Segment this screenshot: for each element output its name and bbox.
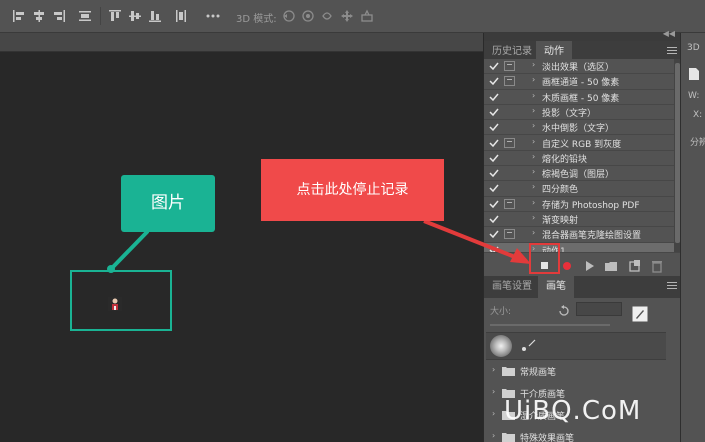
image-thumbnail [108, 296, 122, 311]
annotation-overlay [107, 219, 531, 273]
instruction-callout: 点击此处停止记录 [261, 159, 444, 221]
image-callout: 图片 [121, 175, 215, 232]
stop-button-highlight [529, 243, 560, 274]
photoshop-window: 3D 模式: ◀◀ 历史记录 动作 › 淡出效果（选区） › 画框通道 - 50 像素… [0, 0, 705, 442]
watermark-text: UiBQ.CoM [504, 396, 642, 426]
red-arrow-line [423, 219, 521, 261]
teal-connector [109, 230, 149, 271]
red-arrow-head [510, 248, 531, 264]
